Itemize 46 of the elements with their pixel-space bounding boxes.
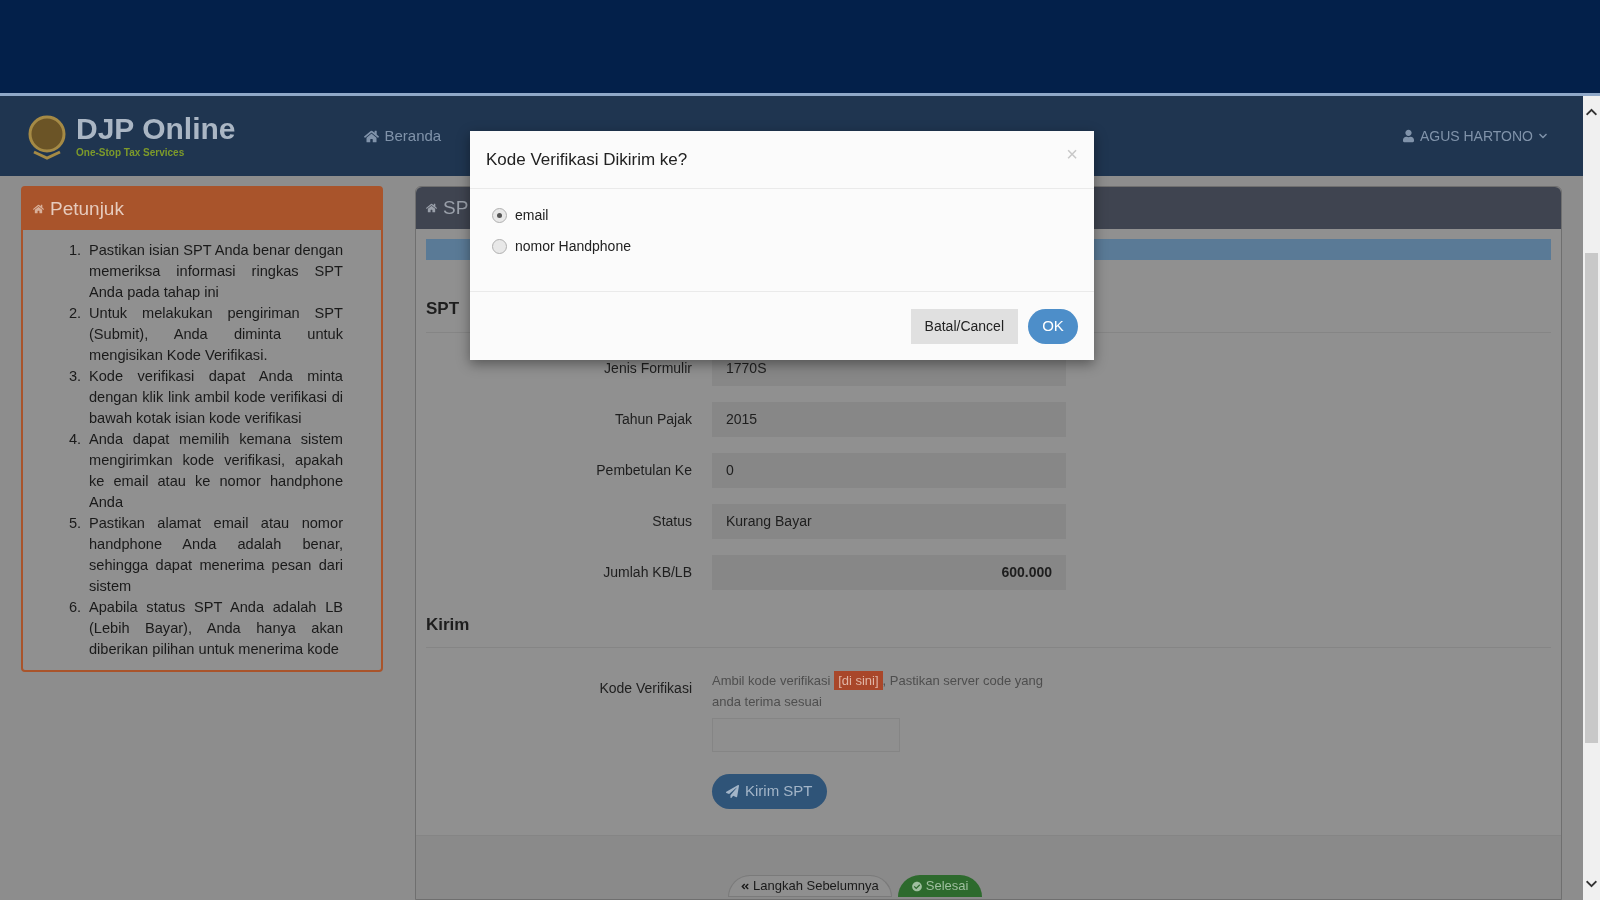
panel-title: SP: [443, 195, 469, 220]
get-code-link[interactable]: [di sini]: [834, 671, 883, 690]
radio-option[interactable]: email: [492, 205, 1072, 226]
readonly-field: 0: [712, 452, 1066, 488]
instruction-text: Anda dapat memilih kemana sistem mengirimkan kode verifikasi, apakah ke email atau ke nomor handphone Anda: [89, 430, 343, 512]
user-menu[interactable]: AGUS HARTONO: [1402, 125, 1547, 147]
field-label: Pembetulan Ke: [595, 460, 692, 480]
instruction-text: Untuk melakukan pengiriman SPT (Submit), Anda diminta untuk mengisikan Kode Verifikasi.: [89, 304, 343, 365]
user-icon: [1402, 129, 1414, 143]
previous-step-button[interactable]: Langkah Sebelumnya: [728, 875, 892, 897]
instruction-text: Kode verifikasi dapat Anda minta dengan klik link ambil kode verifikasi di bawah kotak isian kode verifikasi: [89, 367, 343, 428]
field-label: Tahun Pajak: [613, 409, 692, 429]
item-number: 2.: [69, 304, 83, 323]
instruction-text: Apabila status SPT Anda adalah LB (Lebih Bayar), Anda hanya akan diberikan pilihan untuk menerima kode: [89, 598, 343, 659]
field-label: Status: [651, 511, 692, 531]
item-number: 3.: [69, 367, 83, 386]
brand-tagline: One-Stop Tax Services: [76, 145, 186, 160]
radio-button[interactable]: [492, 239, 507, 254]
panel-title: Petunjuk: [50, 196, 124, 221]
paper-plane-icon: [726, 784, 739, 799]
radio-option[interactable]: nomor Handphone: [492, 236, 1072, 257]
field-label: Jenis Formulir: [603, 358, 692, 378]
check-icon: [911, 879, 922, 893]
field-label: Jumlah KB/LB: [602, 562, 692, 582]
ok-button[interactable]: OK: [1028, 308, 1078, 344]
radio-button[interactable]: [492, 208, 507, 223]
brand-name: DJP Online: [76, 112, 236, 145]
scrollbar-thumb[interactable]: [1585, 253, 1598, 743]
field-label: Kode Verifikasi: [598, 679, 692, 698]
instruction-text: Pastikan isian SPT Anda benar dengan memeriksa informasi ringkas SPT Anda pada tahap ini: [89, 241, 343, 302]
readonly-field: 2015: [712, 401, 1066, 437]
home-icon: [363, 128, 379, 144]
item-number: 6.: [69, 598, 83, 617]
send-spt-button[interactable]: Kirim SPT: [712, 774, 827, 809]
section-heading: Kirim: [426, 611, 1551, 648]
item-number: 5.: [69, 514, 83, 533]
readonly-field: Kurang Bayar: [712, 503, 1066, 539]
item-number: 4.: [69, 430, 83, 449]
instruction-text: Pastikan alamat email atau nomor handphone Anda adalah benar, sehingga dapat menerima pesan dari sistem: [89, 514, 343, 596]
item-number: 1.: [69, 241, 83, 260]
dialog-title: Kode Verifikasi Dikirim ke?: [486, 148, 688, 171]
verification-hint: Ambil kode verifikasi [di sini] , Pastikan server code yang anda terima sesuai: [712, 670, 1044, 711]
finish-button[interactable]: Selesai: [897, 875, 983, 897]
cancel-button[interactable]: Batal/Cancel: [910, 308, 1018, 344]
nav-link[interactable]: Beranda: [363, 124, 442, 148]
readonly-field: 600.000: [712, 554, 1066, 590]
